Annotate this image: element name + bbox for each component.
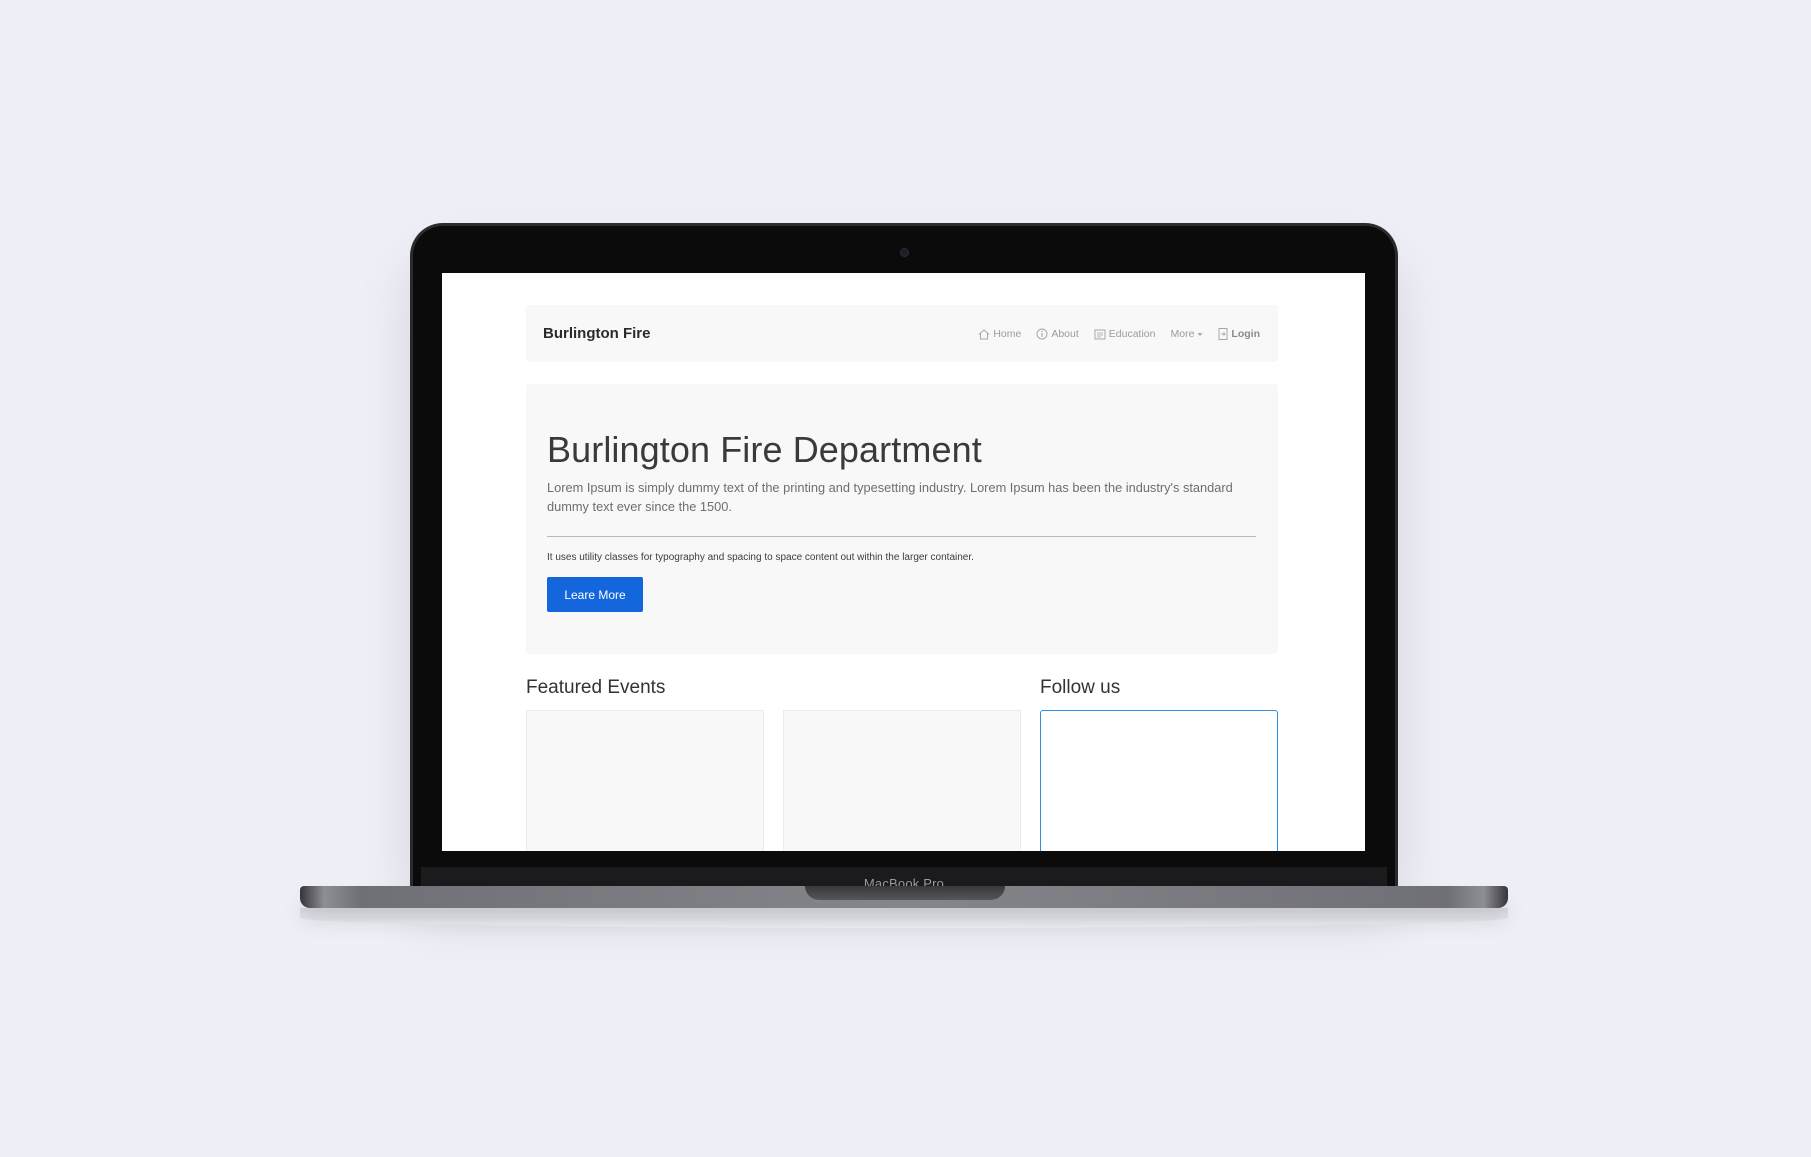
learn-more-button[interactable]: Leare More xyxy=(547,577,643,612)
nav-more-label: More xyxy=(1170,328,1195,340)
nav-education-label: Education xyxy=(1108,328,1156,340)
event-card[interactable] xyxy=(783,710,1021,851)
nav-item-more[interactable]: More xyxy=(1170,328,1203,340)
follow-us-widget[interactable] xyxy=(1040,710,1278,851)
follow-us-heading: Follow us xyxy=(1040,677,1121,698)
nav-menu: Home About Education More Login xyxy=(978,328,1260,340)
hero-lead-text: Lorem Ipsum is simply dummy text of the … xyxy=(547,480,1233,514)
book-icon xyxy=(1094,329,1106,340)
hero-jumbotron: Burlington Fire Department Lorem Ipsum i… xyxy=(526,384,1278,654)
nav-login-label: Login xyxy=(1231,328,1260,340)
caret-down-icon xyxy=(1197,332,1203,337)
screen: Burlington Fire Home About Education Mor… xyxy=(442,273,1365,851)
laptop-notch xyxy=(805,886,1005,900)
featured-events-heading: Featured Events xyxy=(526,677,666,698)
laptop-base-shadow xyxy=(300,908,1508,928)
brand-link[interactable]: Burlington Fire xyxy=(543,325,651,342)
event-card[interactable] xyxy=(526,710,764,851)
home-icon xyxy=(978,328,990,340)
info-icon xyxy=(1036,328,1048,340)
nav-about-label: About xyxy=(1051,328,1079,340)
nav-home-label: Home xyxy=(993,328,1022,340)
hero-note: It uses utility classes for typography a… xyxy=(547,552,974,563)
login-icon xyxy=(1218,328,1228,340)
hero-divider xyxy=(547,536,1256,537)
nav-item-about[interactable]: About xyxy=(1036,328,1079,340)
navbar: Burlington Fire Home About Education Mor… xyxy=(526,305,1278,362)
nav-item-home[interactable]: Home xyxy=(978,328,1021,340)
nav-item-education[interactable]: Education xyxy=(1094,328,1156,340)
nav-item-login[interactable]: Login xyxy=(1218,328,1260,340)
camera-icon xyxy=(900,248,909,257)
hero-title: Burlington Fire Department xyxy=(547,429,982,470)
